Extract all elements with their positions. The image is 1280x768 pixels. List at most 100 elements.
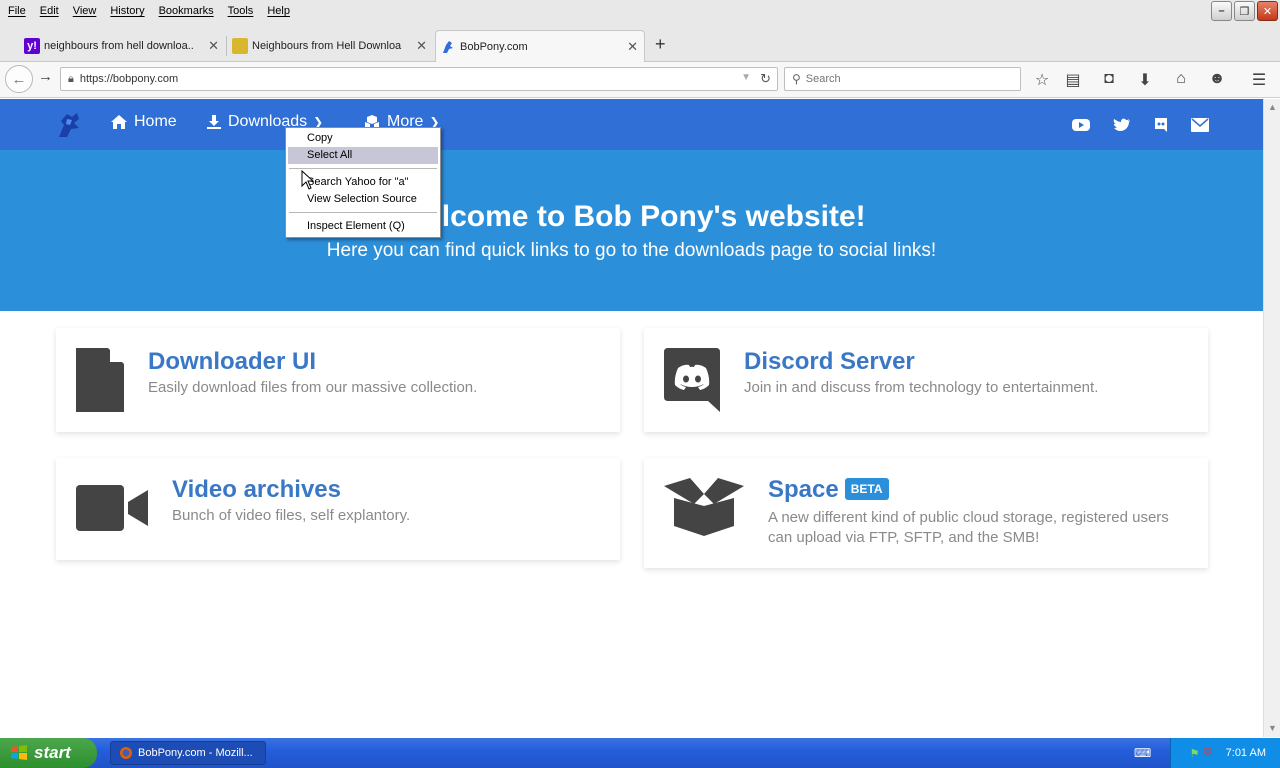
clock: 7:01 AM [1225,747,1266,759]
tab-separator [226,36,227,56]
reading-list-icon[interactable]: ▤ [1063,70,1083,90]
file-icon [76,348,124,412]
tab-yahoo-search[interactable]: y! neighbours from hell downloa... ✕ [20,30,225,62]
tab-close-icon[interactable]: ✕ [627,39,638,55]
card-downloader-ui[interactable]: Downloader UI Easily download files from… [56,328,620,432]
bobpony-favicon-icon [443,41,453,53]
forward-arrow-icon: → [38,68,53,85]
download-icon [207,115,221,129]
menu-bar: File Edit View History Bookmarks Tools H… [0,0,1280,22]
menu-help[interactable]: Help [267,5,290,17]
window-controls: – ❐ ✕ [1211,1,1278,21]
card-description: Easily download files from our massive c… [148,379,478,396]
system-tray: ⚑ ⛨ 7:01 AM [1170,738,1280,768]
yahoo-favicon-icon: y! [24,38,40,54]
tab-close-icon[interactable]: ✕ [208,38,219,54]
close-window-button[interactable]: ✕ [1257,1,1278,21]
discord-icon[interactable] [1151,115,1171,135]
search-icon: ⚲ [792,72,801,86]
tab-strip: y! neighbours from hell downloa... ✕ Nei… [0,22,1280,62]
twitter-icon[interactable] [1112,115,1132,135]
home-icon [111,115,127,129]
firefox-icon [120,747,132,759]
menu-history[interactable]: History [110,5,144,17]
discord-icon [664,348,720,412]
open-box-icon [664,478,744,536]
menu-bookmarks[interactable]: Bookmarks [159,5,214,17]
menu-edit[interactable]: Edit [40,5,59,17]
beta-badge: BETA [844,477,889,500]
start-button[interactable]: start [0,738,97,768]
hero-title: Welcome to Bob Pony's website! [397,200,866,233]
network-icon[interactable]: ⚑ [1190,747,1200,760]
card-title[interactable]: Downloader UI [148,348,316,376]
context-menu-separator [289,168,437,169]
back-button[interactable]: ← [5,65,33,93]
email-icon[interactable] [1190,115,1210,135]
lock-icon: 🔒︎ [68,72,74,85]
page-content: Home Downloads ❯ More ❯ Welcome to Bob P… [0,99,1263,737]
forward-button[interactable]: → [38,68,53,85]
hero-banner: Welcome to Bob Pony's website! Here you … [0,150,1263,311]
tab-bobpony[interactable]: BobPony.com ✕ [435,30,645,62]
taskbar-firefox-window[interactable]: BobPony.com - Mozill... [110,741,266,765]
search-input[interactable] [805,73,1006,85]
start-label: start [34,743,71,762]
context-menu-separator [289,212,437,213]
chat-icon[interactable]: ☻ [1207,70,1227,88]
scroll-down-icon[interactable]: ▼ [1268,723,1277,733]
restore-button[interactable]: ❐ [1234,1,1255,21]
new-tab-button[interactable]: + [655,34,666,55]
context-menu-select-all[interactable]: Select All [288,147,438,164]
video-camera-icon [76,485,148,531]
card-discord-server[interactable]: Discord Server Join in and discuss from … [644,328,1208,432]
card-video-archives[interactable]: Video archives Bunch of video files, sel… [56,458,620,560]
taskbar: start BobPony.com - Mozill... ⌨ ⚑ ⛨ 7:01… [0,738,1280,768]
menu-file[interactable]: File [8,5,26,17]
tab-title: neighbours from hell downloa... [44,40,194,52]
context-menu-view-selection-source[interactable]: View Selection Source [288,191,438,208]
card-title-text: Space [768,476,839,503]
security-shield-icon[interactable]: ⛨ [1203,747,1211,760]
tab-close-icon[interactable]: ✕ [416,38,427,54]
site-navbar: Home Downloads ❯ More ❯ [0,99,1263,150]
keyboard-icon[interactable]: ⌨ [1134,746,1151,760]
site-nav-home-label: Home [134,113,177,130]
pocket-icon[interactable]: ◘ [1099,70,1119,88]
windows-logo-icon [11,745,27,760]
card-description: A new different kind of public cloud sto… [768,509,1169,546]
search-bar[interactable]: ⚲ [784,67,1021,91]
mouse-cursor-icon [301,170,315,190]
card-description: Bunch of video files, self explantory. [172,507,411,524]
card-title[interactable]: Video archives [172,476,341,504]
url-bar[interactable]: 🔒︎ https://bobpony.com ▼ ↻ [60,67,778,91]
home-icon[interactable]: ⌂ [1171,70,1191,88]
card-space[interactable]: Space BETA A new different kind of public… [644,458,1208,568]
scroll-up-icon[interactable]: ▲ [1268,102,1277,112]
card-title[interactable]: Discord Server [744,348,915,376]
back-arrow-icon: ← [11,70,27,88]
menu-tools[interactable]: Tools [228,5,254,17]
hero-subtitle: Here you can find quick links to go to t… [326,240,937,261]
context-menu-copy[interactable]: Copy [288,130,438,147]
context-menu-inspect-element[interactable]: Inspect Element (Q) [288,218,438,235]
site-nav-home[interactable]: Home [110,113,177,131]
site-favicon-icon [232,38,248,54]
tab-neighbours-download[interactable]: Neighbours from Hell Downloa... ✕ [228,30,433,62]
dropdown-arrow-icon[interactable]: ▼ [741,72,751,83]
card-title[interactable]: Space BETA [768,476,889,504]
bobpony-logo-icon[interactable] [55,111,83,139]
card-description: Join in and discuss from technology to e… [744,379,1099,396]
tab-title: BobPony.com [460,40,528,53]
reload-icon[interactable]: ↻ [760,71,771,87]
minimize-button[interactable]: – [1211,1,1232,21]
menu-view[interactable]: View [73,5,97,17]
navigation-toolbar: ← → 🔒︎ https://bobpony.com ▼ ↻ ⚲ ☆ ▤ ◘ ⬇… [0,62,1280,98]
downloads-icon[interactable]: ⬇ [1135,70,1155,90]
tab-title: Neighbours from Hell Downloa... [252,40,402,52]
url-text: https://bobpony.com [79,73,179,85]
youtube-icon[interactable] [1071,115,1091,135]
hamburger-menu-icon[interactable]: ☰ [1249,70,1269,90]
bookmark-star-icon[interactable]: ☆ [1032,70,1052,90]
page-scrollbar[interactable]: ▲ ▼ [1263,99,1280,737]
